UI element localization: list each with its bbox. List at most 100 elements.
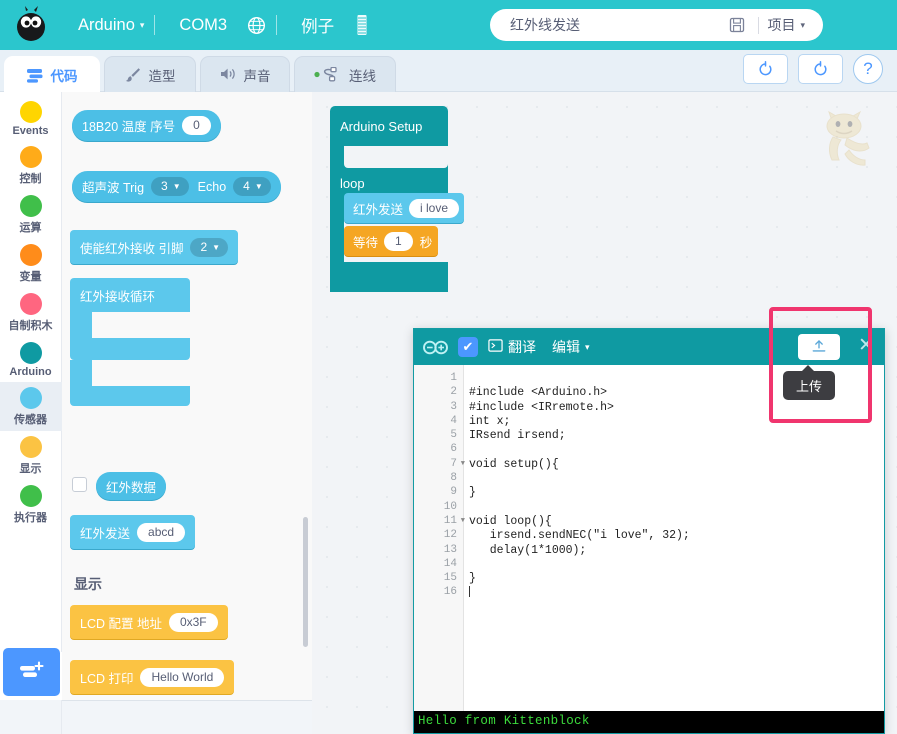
arduino-setup-hat-block[interactable]: Arduino Setup [330,106,448,146]
category-label: 控制 [19,173,42,185]
tab-wiring[interactable]: 连线 [294,56,396,92]
category-label: 自制积木 [8,320,53,332]
palette-footer [62,700,312,734]
line-number: 8 [450,472,457,485]
block-input-oval[interactable]: abcd [137,522,186,542]
serial-console[interactable]: Hello from Kittenblock [414,711,884,733]
category-display[interactable]: 显示 [0,431,62,480]
block-label: LCD 打印 [80,671,134,686]
category-control[interactable]: 控制 [0,141,62,190]
category-variables[interactable]: 变量 [0,239,62,288]
block-label: 红外数据 [106,480,157,495]
palette-block-ir-data[interactable]: 红外数据 [96,472,167,500]
block-input-oval[interactable]: i love [409,198,460,218]
line-number: 10 [443,500,457,513]
line-number-foldable[interactable]: 11 ▼ [414,515,465,529]
add-extension-button[interactable] [3,648,60,696]
translate-label: 翻译 [508,339,536,355]
palette-checkbox-ir-data[interactable] [72,477,87,492]
palette-block-lcd-print[interactable]: LCD 打印 Hello World [70,660,235,694]
category-color-dot [19,293,42,315]
workspace-block-wait[interactable]: 等待 1 秒 [344,226,438,256]
block-input-oval[interactable]: Hello World [140,667,225,687]
line-number-text: 7 [450,457,457,470]
category-label: 传感器 [14,414,47,426]
refresh-button-1[interactable] [743,54,788,84]
port-menu-label: COM3 [179,15,228,34]
line-number: 13 [443,543,457,556]
palette-block-ultrasonic[interactable]: 超声波 Trig 3 ▼ Echo 4 ▼ [72,171,281,202]
category-sidebar: Events 控制 运算 变量 自制积木 Arduino 传感器 显示 执行器 [0,92,62,652]
category-sensors[interactable]: 传感器 [0,382,62,431]
refresh-button-2[interactable] [798,54,843,84]
category-color-dot [19,146,42,168]
block-input-oval[interactable]: 0 [182,116,211,135]
block-dropdown-trig[interactable]: 3 ▼ [151,177,189,196]
chip-icon[interactable] [344,0,380,50]
help-button[interactable]: ? [853,54,883,84]
code-line: delay(1*1000); [469,543,587,557]
dropdown-value: 4 [243,179,250,193]
palette-scrollbar[interactable] [303,517,308,647]
chevron-down-icon: ▾ [800,19,805,30]
block-palette[interactable]: 18B20 温度 序号 0 超声波 Trig 3 ▼ Echo 4 ▼ 使能红外… [62,92,312,700]
speaker-icon [220,67,237,82]
category-color-dot [19,342,42,364]
script-stack[interactable]: Arduino Setup loop 红外发送 i love 等待 1 秒 [330,106,464,292]
arduino-menu[interactable]: Arduino ▾ [68,0,154,50]
palette-block-ir-send[interactable]: 红外发送 abcd [70,515,196,549]
port-menu[interactable]: COM3 [169,0,237,50]
tab-sound[interactable]: 声音 [200,56,290,92]
line-number: 12 [443,529,457,542]
category-arduino[interactable]: Arduino [0,337,62,382]
chevron-down-icon: ▾ [139,19,145,30]
category-color-dot [19,387,42,409]
block-input-oval[interactable]: 1 [384,231,413,251]
category-color-dot [19,101,42,123]
setup-body-slot[interactable] [330,146,448,168]
code-blocks-icon [26,68,44,83]
project-name-input[interactable]: 红外线发送 [490,15,724,35]
code-line: void loop(){ [469,514,552,528]
tab-costume[interactable]: 造型 [104,56,196,92]
line-number: 16 [443,586,457,599]
upload-highlight-rectangle [769,307,872,423]
save-icon[interactable] [724,17,750,33]
owl-logo-icon[interactable] [12,5,54,45]
palette-block-ir-enable[interactable]: 使能红外接收 引脚 2 ▼ [70,230,239,264]
block-dropdown-pin[interactable]: 2 ▼ [190,237,229,257]
verify-checkmark-icon[interactable]: ✔ [458,337,478,357]
fold-arrow-icon[interactable]: ▼ [461,517,465,525]
menu-divider-1 [154,15,156,35]
line-number: 3 [450,400,457,413]
block-dropdown-echo[interactable]: 4 ▼ [233,177,271,196]
translate-button[interactable]: 翻译 [488,337,536,357]
line-number-foldable[interactable]: 7 ▼ [414,457,465,472]
hat-label: Arduino Setup [340,118,423,134]
tab-wiring-label: 连线 [349,68,376,84]
category-label: 变量 [19,271,42,283]
examples-menu[interactable]: 例子 [291,0,344,50]
block-label: 红外发送 [353,202,404,217]
line-number-gutter: 1 2 3 4 5 6 7 ▼ 8 9 10 11 ▼ 12 13 14 15 16 [414,365,465,713]
fold-arrow-icon[interactable]: ▼ [461,460,465,468]
block-input-oval[interactable]: 0x3F [168,612,218,632]
palette-block-ir-loop[interactable]: 红外接收循环 [70,278,190,406]
palette-block-18b20[interactable]: 18B20 温度 序号 0 [72,110,221,141]
project-menu[interactable]: 项目 ▾ [767,15,823,35]
globe-icon[interactable] [237,0,276,50]
line-number: 5 [450,429,457,442]
line-number: 14 [443,557,457,570]
tab-sound-label: 声音 [243,68,271,84]
tab-code[interactable]: 代码 [4,56,100,93]
category-color-dot [19,436,42,458]
category-operators[interactable]: 运算 [0,190,62,239]
header-action-buttons: ? [743,54,883,84]
category-actuators[interactable]: 执行器 [0,480,62,529]
edit-menu[interactable]: 编辑 ▾ [552,337,590,357]
palette-block-lcd-config[interactable]: LCD 配置 地址 0x3F [70,605,228,639]
arduino-infinity-icon[interactable] [422,339,449,356]
workspace-block-ir-send[interactable]: 红外发送 i love [344,193,464,223]
category-events[interactable]: Events [0,96,62,141]
category-my-blocks[interactable]: 自制积木 [0,288,62,337]
